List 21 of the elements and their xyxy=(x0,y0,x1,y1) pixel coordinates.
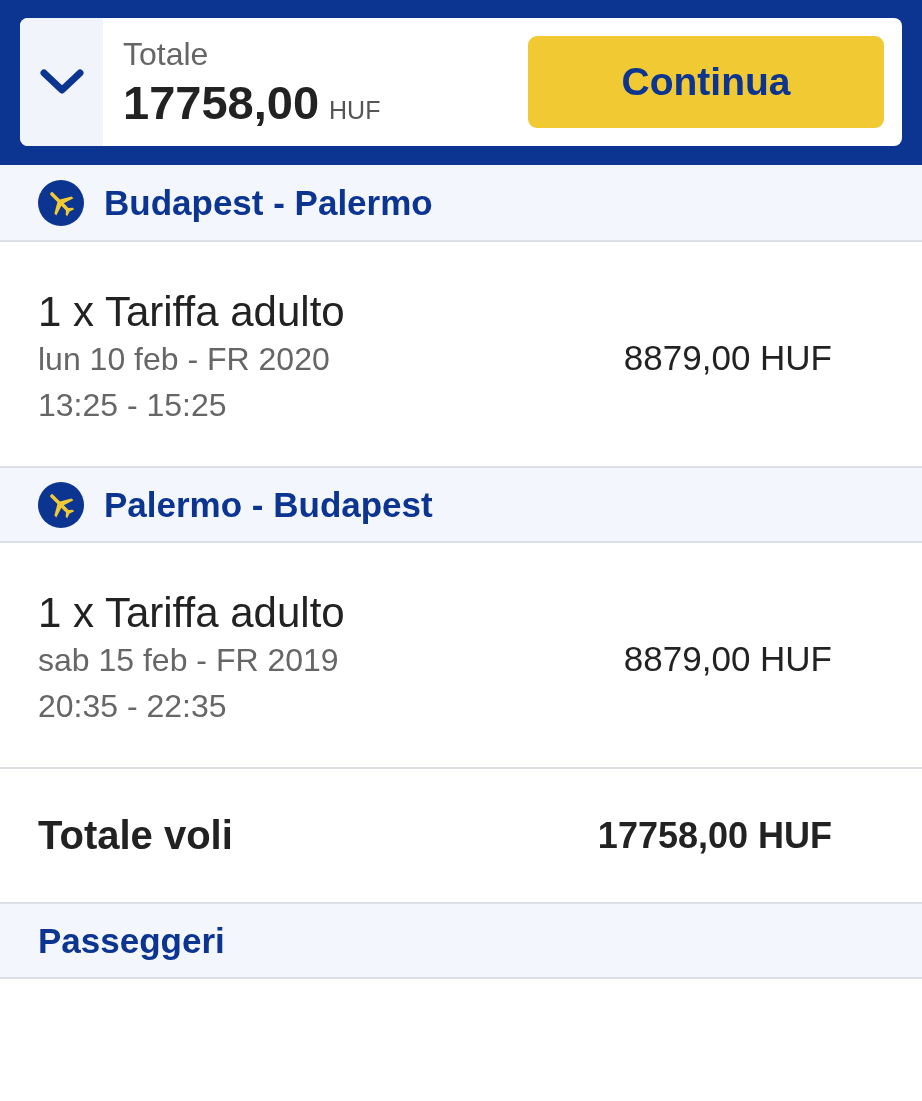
fare-description: 1 x Tariffa adulto xyxy=(38,589,345,637)
flight-time: 20:35 - 22:35 xyxy=(38,687,228,726)
flight-date: lun 10 feb - FR 2020 xyxy=(38,340,331,379)
total-amount: 17758,00 xyxy=(123,77,320,129)
expand-toggle[interactable] xyxy=(20,18,103,146)
flight-date: sab 15 feb - FR 2019 xyxy=(38,641,340,680)
section-title: Passeggeri xyxy=(38,920,225,961)
fare-price: 8879,00 HUF xyxy=(623,639,832,679)
flights-total-label: Totale voli xyxy=(38,813,233,858)
fare-description: 1 x Tariffa adulto xyxy=(38,288,345,336)
flights-total-amount: 17758,00 HUF xyxy=(597,814,832,857)
airplane-icon xyxy=(38,481,84,528)
airplane-icon xyxy=(38,179,84,226)
chevron-down-icon xyxy=(38,68,85,96)
currency-label: HUF xyxy=(329,96,381,125)
route-title: Palermo - Budapest xyxy=(104,484,433,525)
flight-time: 13:25 - 15:25 xyxy=(38,386,228,425)
total-label: Totale xyxy=(123,35,210,73)
fare-price: 8879,00 HUF xyxy=(623,338,832,378)
continue-button[interactable]: Continua xyxy=(528,36,884,128)
route-title: Budapest - Palermo xyxy=(104,182,433,223)
